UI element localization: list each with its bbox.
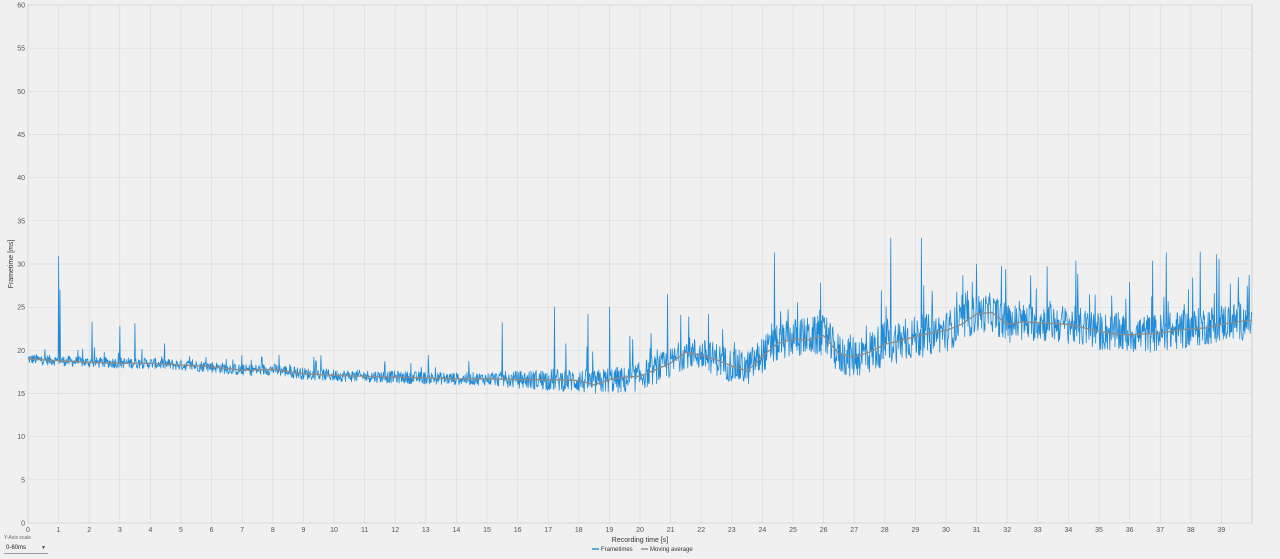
- y-tick-label: 20: [17, 348, 25, 355]
- y-tick-label: 15: [17, 391, 25, 398]
- x-tick-label: 34: [1065, 527, 1073, 534]
- y-tick-label: 40: [17, 175, 25, 182]
- x-tick-label: 14: [453, 527, 461, 534]
- x-tick-label: 33: [1034, 527, 1042, 534]
- x-tick-label: 0: [26, 527, 30, 534]
- x-tick-label: 11: [361, 527, 368, 534]
- y-tick-label: 55: [17, 46, 25, 53]
- x-tick-label: 23: [728, 527, 736, 534]
- x-tick-label: 38: [1187, 527, 1195, 534]
- x-tick-label: 10: [330, 527, 338, 534]
- y-axis-scale-value: 0-60ms: [6, 545, 27, 551]
- y-axis-scale-control: Y-Axis scale 0-60ms ▼: [4, 535, 48, 554]
- x-tick-label: 20: [636, 527, 644, 534]
- x-tick-label: 21: [667, 527, 675, 534]
- chevron-down-icon: ▼: [41, 545, 46, 551]
- x-tick-label: 6: [210, 527, 214, 534]
- y-tick-label: 10: [17, 434, 25, 441]
- legend[interactable]: Frametimes Moving average: [592, 547, 693, 553]
- x-tick-label: 5: [179, 527, 183, 534]
- y-tick-label: 5: [21, 477, 25, 484]
- y-tick-label: 60: [17, 3, 25, 10]
- x-tick-label: 27: [850, 527, 858, 534]
- x-tick-label: 3: [118, 527, 122, 534]
- x-tick-label: 15: [483, 527, 491, 534]
- x-tick-label: 28: [881, 527, 889, 534]
- x-tick-label: 19: [606, 527, 614, 534]
- x-tick-label: 18: [575, 527, 583, 534]
- x-tick-label: 36: [1126, 527, 1134, 534]
- x-tick-label: 7: [240, 527, 244, 534]
- x-tick-label: 35: [1095, 527, 1103, 534]
- x-tick-label: 9: [301, 527, 305, 534]
- legend-label-frametimes[interactable]: Frametimes: [601, 547, 633, 553]
- y-tick-label: 45: [17, 132, 25, 139]
- y-tick-label: 0: [21, 521, 25, 528]
- x-tick-label: 16: [514, 527, 522, 534]
- y-axis-scale-caption: Y-Axis scale: [4, 535, 32, 541]
- x-tick-label: 1: [57, 527, 61, 534]
- x-tick-label: 29: [912, 527, 920, 534]
- y-tick-label: 30: [17, 262, 25, 269]
- x-tick-label: 8: [271, 527, 275, 534]
- y-tick-label: 50: [17, 89, 25, 96]
- x-tick-label: 26: [820, 527, 828, 534]
- x-tick-label: 22: [697, 527, 705, 534]
- x-tick-label: 24: [759, 527, 767, 534]
- legend-label-moving-average[interactable]: Moving average: [650, 547, 693, 553]
- chart-canvas: 0510152025303540455055600 1 2 3 4 5 6 7 8 9 10 11 12…: [8, 3, 1253, 553]
- grid-layer: [27, 4, 1253, 524]
- x-tick-label: 25: [789, 527, 797, 534]
- x-tick-label: 2: [87, 527, 91, 534]
- x-tick-label: 12: [391, 527, 399, 534]
- x-axis-title: Recording time [s]: [612, 537, 668, 544]
- x-tick-label: 4: [148, 527, 152, 534]
- x-tick-label: 31: [973, 527, 981, 534]
- x-tick-label: 39: [1218, 527, 1226, 534]
- y-tick-label: 25: [17, 305, 25, 312]
- y-tick-label: 35: [17, 218, 25, 225]
- y-axis-title: Frametime [ms]: [8, 240, 15, 289]
- frametime-chart: 0 5 10 15 20 25 30 35 40 45 50 55 60 0 1 2 3 4 5 6 7 8 9 10 11 12…: [0, 0, 1280, 559]
- y-axis-scale-dropdown[interactable]: 0-60ms ▼: [4, 543, 48, 554]
- x-tick-label: 17: [544, 527, 552, 534]
- x-tick-label: 30: [942, 527, 950, 534]
- x-tick-label: 32: [1003, 527, 1011, 534]
- x-tick-label: 37: [1156, 527, 1164, 534]
- x-tick-label: 13: [422, 527, 430, 534]
